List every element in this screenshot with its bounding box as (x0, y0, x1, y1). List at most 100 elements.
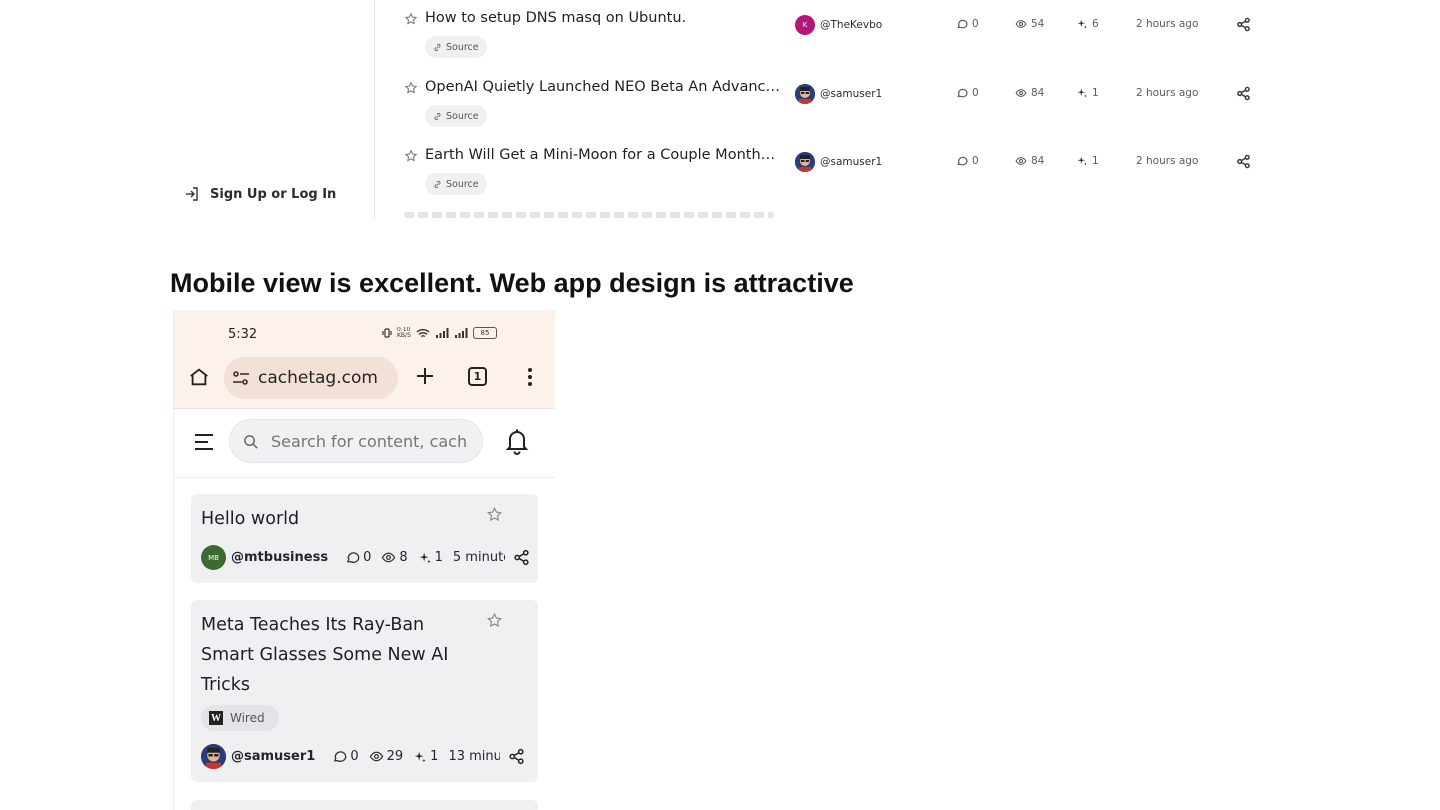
boost-count[interactable]: 1 (413, 749, 438, 764)
sparkle-icon (1077, 156, 1087, 166)
eye-icon (1015, 89, 1027, 97)
star-icon[interactable] (486, 506, 503, 523)
signal-icon (436, 328, 449, 338)
author-name: @TheKevbo (820, 19, 883, 31)
sparkle-icon (1077, 19, 1087, 29)
avatar-image (795, 84, 815, 104)
address-bar[interactable]: cachetag.com (224, 357, 398, 399)
feed-row[interactable]: Earth Will Get a Mini-Moon for a Couple … (404, 137, 1264, 197)
author-name[interactable]: @mtbusiness (231, 550, 328, 565)
boost-count[interactable]: 1 (1076, 155, 1099, 167)
comment-icon (957, 156, 968, 166)
share-icon[interactable] (1236, 17, 1251, 32)
link-icon (434, 112, 441, 120)
comment-count[interactable]: 0 (345, 550, 371, 565)
source-label: Source (446, 110, 479, 122)
post-title[interactable]: Earth Will Get a Mini-Moon for a Couple … (425, 147, 775, 163)
post-time: 2 hours ago (1136, 18, 1199, 30)
comment-icon (957, 19, 968, 29)
source-chip[interactable]: W Wired (201, 705, 279, 731)
url-text: cachetag.com (258, 368, 378, 388)
sparkle-icon (1077, 88, 1087, 98)
more-vert-icon[interactable] (524, 367, 536, 387)
battery-icon: 85 (473, 327, 497, 339)
avatar: K (795, 15, 815, 35)
comment-count[interactable]: 0 (956, 18, 979, 30)
bell-icon[interactable] (505, 428, 529, 455)
sidebar-divider (374, 0, 375, 220)
avatar (795, 152, 815, 172)
feed-row[interactable]: OpenAI Quietly Launched NEO Beta An Adva… (404, 69, 1264, 129)
avatar-image (795, 152, 815, 172)
star-icon[interactable] (404, 149, 418, 163)
source-chip[interactable]: Source (425, 105, 487, 127)
comment-count[interactable]: 0 (332, 749, 359, 764)
post-meta: @samuser1 0 29 1 13 minutes ago (201, 744, 525, 769)
link-icon (434, 180, 441, 188)
author[interactable]: K @TheKevbo (795, 15, 882, 35)
view-count: 54 (1015, 18, 1044, 30)
post-title[interactable]: How to setup DNS masq on Ubuntu. (425, 10, 686, 26)
share-icon[interactable] (1236, 154, 1251, 169)
post-card[interactable]: Meta Teaches Its Ray-Ban Smart Glasses S… (191, 600, 538, 782)
sparkle-icon (419, 552, 431, 563)
search-icon (244, 434, 258, 449)
post-time: 2 hours ago (1136, 155, 1199, 167)
home-icon[interactable] (188, 366, 210, 388)
boost-count[interactable]: 1 (418, 550, 443, 565)
link-icon (434, 43, 441, 51)
author[interactable]: @samuser1 (795, 84, 882, 104)
source-chip[interactable]: Source (425, 36, 487, 58)
tab-switcher-button[interactable]: 1 (468, 367, 487, 386)
comment-icon (334, 751, 347, 762)
post-time: 13 minutes ago (448, 749, 500, 764)
source-chip[interactable]: Source (425, 173, 487, 195)
eye-icon (1015, 157, 1027, 165)
mobile-screenshot: 5:32 0.10 KB/S 85 cachetag.com 1 Hello w… (173, 310, 555, 810)
post-card[interactable] (191, 800, 538, 810)
menu-icon[interactable] (194, 433, 214, 451)
eye-icon (1015, 20, 1027, 28)
comment-count[interactable]: 0 (956, 87, 979, 99)
post-title[interactable]: Hello world (201, 504, 481, 534)
boost-count[interactable]: 1 (1076, 87, 1099, 99)
plus-icon[interactable] (415, 366, 435, 386)
caption-heading: Mobile view is excellent. Web app design… (170, 268, 854, 298)
author-name: @samuser1 (820, 156, 883, 168)
feed-row[interactable]: How to setup DNS masq on Ubuntu. Source … (404, 0, 1264, 60)
boost-count[interactable]: 6 (1076, 18, 1099, 30)
comment-count[interactable]: 0 (956, 155, 979, 167)
status-time: 5:32 (228, 327, 258, 342)
sign-up-login-link[interactable]: Sign Up or Log In (184, 186, 336, 202)
source-label: Source (446, 41, 479, 53)
view-count: 84 (1015, 87, 1044, 99)
star-icon[interactable] (404, 12, 418, 26)
sparkle-icon (414, 751, 426, 762)
view-count: 29 (369, 749, 403, 764)
star-icon[interactable] (404, 81, 418, 95)
avatar[interactable]: MB (201, 545, 226, 570)
post-title[interactable]: Meta Teaches Its Ray-Ban Smart Glasses S… (201, 610, 481, 700)
post-title[interactable]: OpenAI Quietly Launched NEO Beta An Adva… (425, 79, 780, 95)
share-icon[interactable] (508, 748, 525, 765)
post-card[interactable]: Hello world MB @mtbusiness 0 8 1 5 minut… (191, 494, 538, 583)
comment-icon (957, 88, 968, 98)
vibrate-icon (382, 328, 392, 338)
source-name: Wired (230, 711, 265, 725)
browser-chrome: 5:32 0.10 KB/S 85 cachetag.com 1 (174, 310, 555, 409)
site-settings-icon[interactable] (232, 370, 250, 386)
wifi-icon (416, 328, 430, 337)
wired-logo: W (209, 711, 223, 725)
share-icon[interactable] (1236, 86, 1251, 101)
post-time: 5 minutes ago (452, 550, 505, 565)
comment-icon (346, 552, 360, 563)
search-field[interactable] (229, 419, 483, 463)
author[interactable]: @samuser1 (795, 152, 882, 172)
eye-icon (382, 552, 396, 563)
search-input[interactable] (271, 431, 471, 451)
star-icon[interactable] (486, 612, 503, 629)
share-icon[interactable] (513, 549, 530, 566)
app-header (174, 409, 555, 478)
author-name[interactable]: @samuser1 (231, 749, 315, 764)
avatar[interactable] (201, 744, 226, 769)
